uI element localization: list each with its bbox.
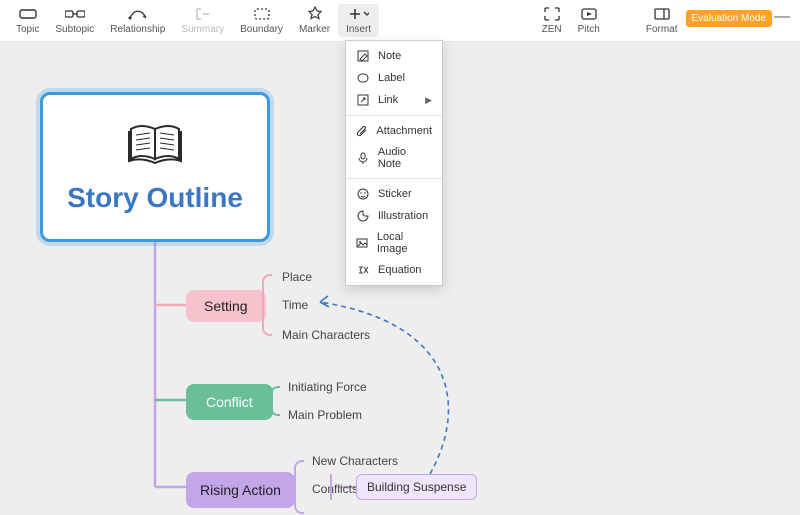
relationship-label: Relationship — [110, 24, 165, 35]
dd-note-label: Note — [378, 50, 401, 62]
dd-label-label: Label — [378, 72, 405, 84]
pitch-icon — [579, 6, 599, 22]
dd-sticker-label: Sticker — [378, 188, 412, 200]
bracket-setting — [262, 274, 272, 336]
audio-icon — [356, 151, 370, 165]
boundary-button[interactable]: Boundary — [232, 4, 291, 37]
dd-link[interactable]: Link ▶ — [346, 89, 442, 111]
node-suspense[interactable]: Building Suspense — [356, 474, 477, 500]
pitch-button[interactable]: Pitch — [570, 4, 608, 37]
sub-time[interactable]: Time — [282, 298, 308, 312]
evaluation-mode-badge[interactable]: Evaluation Mode — [686, 10, 773, 27]
insert-icon — [349, 6, 369, 22]
zen-button[interactable]: ZEN — [534, 4, 570, 37]
node-conflict[interactable]: Conflict — [186, 384, 273, 420]
zen-icon — [542, 6, 562, 22]
root-node[interactable]: Story Outline — [40, 92, 270, 242]
sub-initiating[interactable]: Initiating Force — [288, 380, 367, 394]
summary-button: Summary — [173, 4, 232, 37]
dd-sticker[interactable]: Sticker — [346, 183, 442, 205]
toolbar: Topic Subtopic Relationship Summary Boun… — [0, 0, 800, 42]
subtopic-label: Subtopic — [55, 24, 94, 35]
dd-illustration-label: Illustration — [378, 210, 428, 222]
format-icon — [652, 6, 672, 22]
dd-label[interactable]: Label — [346, 67, 442, 89]
insert-label: Insert — [346, 24, 371, 35]
boundary-icon — [252, 6, 272, 22]
boundary-label: Boundary — [240, 24, 283, 35]
marker-icon — [305, 6, 325, 22]
format-button[interactable]: Format — [638, 4, 686, 37]
sub-newchars[interactable]: New Characters — [312, 454, 398, 468]
topic-icon — [18, 6, 38, 22]
dd-attachment[interactable]: Attachment — [346, 120, 442, 142]
label-icon — [356, 71, 370, 85]
illustration-icon — [356, 209, 370, 223]
subtopic-button[interactable]: Subtopic — [47, 4, 102, 37]
format-label: Format — [646, 24, 678, 35]
connector-rising — [330, 474, 338, 500]
image-icon — [356, 236, 369, 250]
dd-audio-label: Audio Note — [378, 146, 432, 170]
minimize-button[interactable]: — — [772, 12, 792, 22]
root-title: Story Outline — [67, 182, 243, 214]
marker-label: Marker — [299, 24, 330, 35]
bracket-rising — [294, 460, 304, 514]
dd-equation[interactable]: Equation — [346, 259, 442, 281]
zen-label: ZEN — [542, 24, 562, 35]
dd-note[interactable]: Note — [346, 45, 442, 67]
bracket-conflict — [270, 386, 280, 416]
sub-characters[interactable]: Main Characters — [282, 328, 370, 342]
insert-dropdown: Note Label Link ▶ Attachment Audio Note … — [345, 40, 443, 286]
sub-place[interactable]: Place — [282, 270, 312, 284]
node-rising[interactable]: Rising Action — [186, 472, 295, 508]
book-icon — [127, 121, 183, 170]
summary-label: Summary — [181, 24, 224, 35]
dd-equation-label: Equation — [378, 264, 421, 276]
dd-audio[interactable]: Audio Note — [346, 142, 442, 174]
relationship-icon — [128, 6, 148, 22]
sub-problem[interactable]: Main Problem — [288, 408, 362, 422]
link-icon — [356, 93, 370, 107]
insert-button[interactable]: Insert — [338, 4, 379, 37]
dd-illustration[interactable]: Illustration — [346, 205, 442, 227]
submenu-arrow-icon: ▶ — [425, 95, 432, 106]
relationship-button[interactable]: Relationship — [102, 4, 173, 37]
node-setting[interactable]: Setting — [186, 290, 266, 322]
sticker-icon — [356, 187, 370, 201]
subtopic-icon — [65, 6, 85, 22]
summary-icon — [193, 6, 213, 22]
dd-link-label: Link — [378, 94, 398, 106]
topic-label: Topic — [16, 24, 39, 35]
note-icon — [356, 49, 370, 63]
marker-button[interactable]: Marker — [291, 4, 338, 37]
dd-localimage[interactable]: Local Image — [346, 227, 442, 259]
topic-button[interactable]: Topic — [8, 4, 47, 37]
dd-localimage-label: Local Image — [377, 231, 432, 255]
pitch-label: Pitch — [578, 24, 600, 35]
dd-attachment-label: Attachment — [376, 125, 432, 137]
attachment-icon — [356, 124, 368, 138]
equation-icon — [356, 263, 370, 277]
